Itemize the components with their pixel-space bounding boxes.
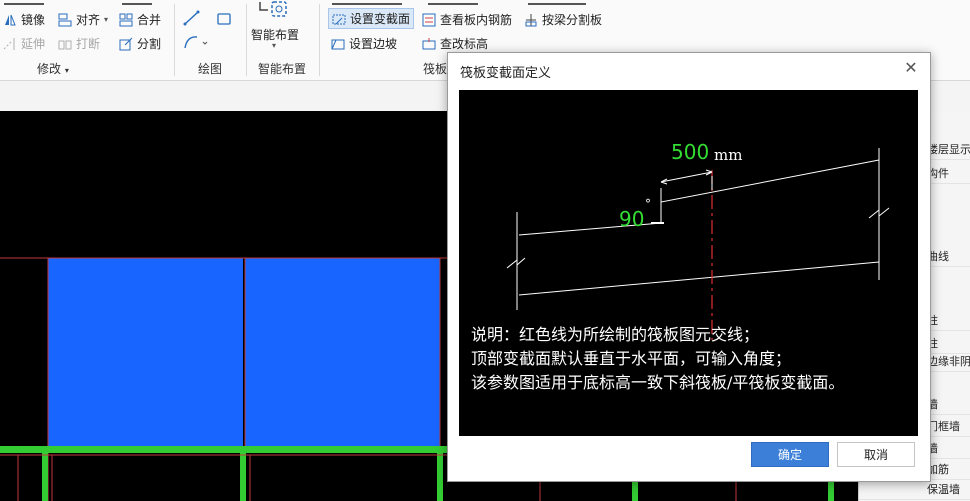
split-beam-icon	[525, 13, 537, 26]
property-row-label: 边缘非阴	[927, 355, 970, 368]
beam-vertical	[42, 446, 48, 501]
smart-layout-icon	[259, 1, 287, 17]
ribbon-cut-item	[122, 0, 152, 5]
rectangle-tool-icon[interactable]	[216, 12, 232, 26]
raft-section-dialog: 筏板变截面定义 ✕ 500 mm 90 ° 说明：红色线为所绘制的筏板图元交线；…	[447, 52, 931, 482]
cancel-button[interactable]: 取消	[837, 442, 915, 467]
split-by-beam-button[interactable]: 按梁分割板	[524, 11, 602, 28]
ribbon-cut-item	[332, 0, 402, 5]
property-row-label: 保温墙	[927, 483, 960, 496]
view-rebar-button[interactable]: 查看板内钢筋	[422, 11, 512, 28]
extend-button[interactable]: 延伸	[3, 35, 45, 52]
slab-top-line	[518, 159, 880, 236]
property-row-label: 楼层显示	[927, 143, 970, 156]
arc-tool-icon[interactable]	[183, 34, 209, 50]
description-line-2: 顶部变截面默认垂直于水平面，可输入角度；	[471, 349, 792, 368]
align-icon	[58, 13, 72, 26]
check-elevation-button[interactable]: 查改标高	[422, 35, 488, 52]
chevron-down-icon[interactable]: ▾	[272, 41, 276, 50]
group-separator	[319, 4, 320, 76]
dimension-unit: mm	[714, 146, 742, 164]
ribbon-cut-item	[428, 0, 478, 5]
slab-panel	[48, 258, 243, 446]
description-line-1: 说明：红色线为所绘制的筏板图元交线；	[471, 325, 760, 344]
chevron-down-icon: ▾	[64, 66, 69, 75]
edge-slope-icon	[331, 39, 345, 49]
line-tool-icon[interactable]	[183, 10, 201, 26]
beam-vertical	[240, 446, 246, 501]
modify-group-label: 修改 ▾	[37, 62, 69, 76]
split-icon	[119, 37, 133, 50]
degree-symbol: °	[645, 197, 651, 211]
group-separator	[174, 4, 175, 76]
slab-bottom-line	[518, 261, 880, 296]
elevation-icon	[422, 37, 436, 49]
section-icon	[332, 14, 346, 24]
split-button[interactable]: 分割	[119, 35, 161, 52]
rebar-view-icon	[422, 13, 436, 26]
raft-group-label: 筏板	[423, 62, 448, 76]
close-icon[interactable]: ✕	[902, 59, 920, 77]
slab-panel	[245, 258, 440, 446]
confirm-button[interactable]: 确定	[751, 442, 829, 467]
ribbon-cut-item	[4, 0, 44, 5]
angle-value: 90	[619, 207, 644, 231]
break-mark	[506, 257, 526, 269]
set-edge-slope-button[interactable]: 设置边坡	[331, 35, 397, 52]
set-section-button[interactable]: 设置变截面	[328, 8, 415, 29]
ribbon-cut-item	[528, 0, 586, 5]
dimension-value: 500	[671, 140, 709, 164]
draw-group-label: 绘图	[198, 62, 223, 76]
dialog-title: 筏板变截面定义	[460, 66, 552, 81]
merge-button[interactable]: 合并	[119, 11, 161, 28]
merge-icon	[119, 13, 133, 26]
break-mark	[868, 207, 890, 219]
align-button[interactable]: 对齐 ▾	[58, 11, 108, 28]
mirror-icon	[5, 14, 16, 25]
beam-vertical	[437, 446, 443, 501]
group-separator	[246, 4, 247, 76]
smart-layout-button[interactable]	[256, 0, 294, 20]
extend-icon	[3, 37, 15, 50]
mirror-button[interactable]: 镜像	[3, 11, 45, 28]
break-button[interactable]: 打断	[58, 35, 100, 52]
chevron-down-icon: ▾	[104, 15, 109, 24]
break-icon	[58, 40, 72, 49]
property-row-label: 门框墙	[927, 420, 960, 433]
section-diagram: 500 mm 90 ° 说明：红色线为所绘制的筏板图元交线； 顶部变截面默认垂直…	[459, 90, 918, 436]
description-line-3: 该参数图适用于底标高一致下斜筏板/平筏板变截面。	[471, 373, 845, 392]
smart-group-label: 智能布置	[258, 62, 307, 76]
